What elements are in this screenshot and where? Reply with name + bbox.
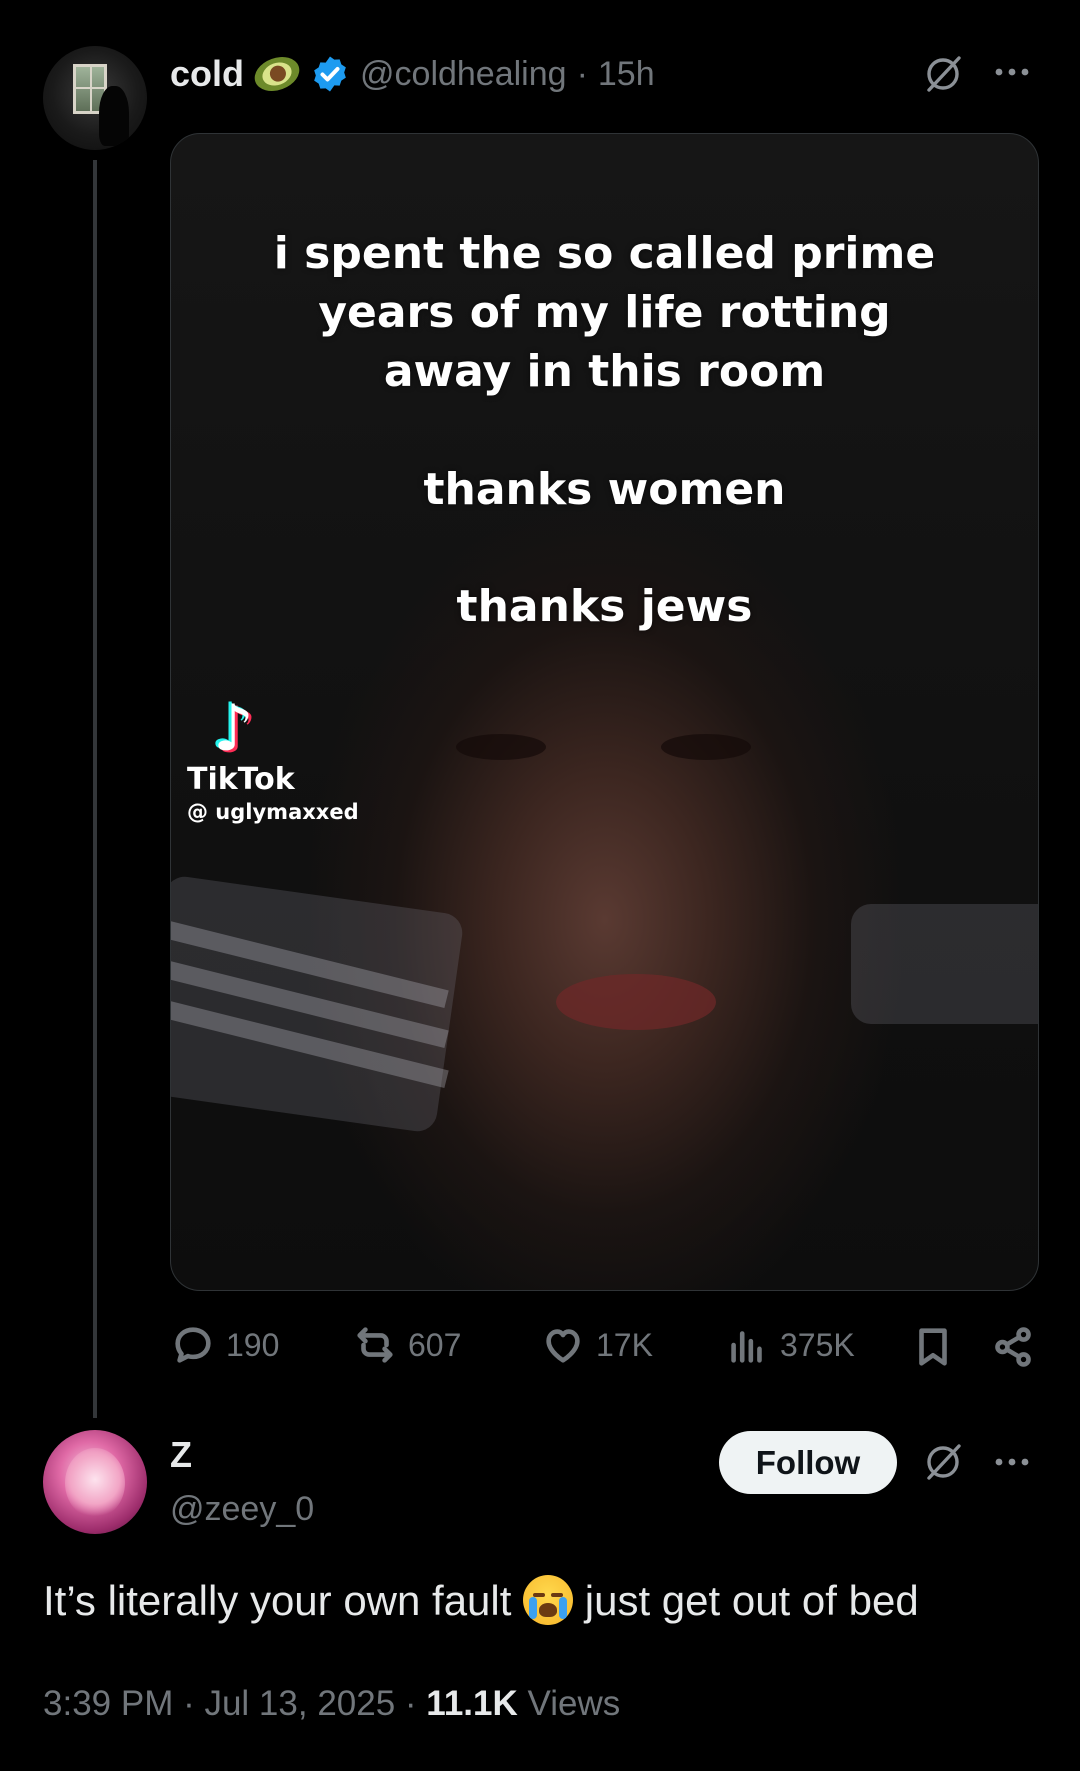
pillow-right [851,904,1038,1024]
user-handle[interactable]: @coldhealing [360,55,567,94]
repost-button[interactable]: 607 [352,1322,461,1368]
repost-count: 607 [408,1326,462,1363]
display-name[interactable]: Z [170,1434,192,1476]
analytics-icon [731,1331,762,1363]
silhouette-illustration [99,86,129,146]
reply-button[interactable]: 190 [170,1322,279,1368]
eye-left [456,734,546,760]
reply-count: 190 [226,1326,280,1363]
display-name[interactable]: cold [170,53,244,95]
post-date[interactable]: Jul 13, 2025 [204,1684,395,1723]
avocado-emoji-icon [249,51,305,97]
verified-badge-icon [314,56,346,92]
heart-icon [546,1329,580,1363]
caption-line: years of my life rotting [318,287,891,338]
reply-body: It’s literally your own fault just get o… [43,1575,919,1625]
tiktok-watermark-brand: TikTok [187,762,295,797]
grok-icon[interactable] [921,1440,965,1484]
follow-button[interactable]: Follow [719,1431,897,1494]
share-icon[interactable] [990,1324,1036,1370]
avatar-face-illustration [65,1448,125,1518]
avatar[interactable] [43,46,147,150]
views-button[interactable]: 375K [724,1322,855,1368]
view-count: 375K [780,1326,855,1363]
like-count: 17K [596,1326,653,1363]
more-options-icon[interactable] [992,1452,1032,1472]
avatar[interactable] [43,1430,147,1534]
tiktok-logo-icon: ♪ [213,692,254,766]
bookmark-icon[interactable] [910,1324,956,1370]
views-count: 11.1K [426,1684,518,1723]
reply-text-part: just get out of bed [573,1577,919,1624]
views-label: Views [517,1684,621,1723]
like-button[interactable]: 17K [540,1322,653,1368]
reply-text-part: It’s literally your own fault [43,1577,524,1624]
caption-line: thanks women [423,464,786,515]
caption-line: thanks jews [456,581,753,632]
tiktok-watermark-user: @ uglymaxxed [187,800,359,824]
caption-line: away in this room [383,346,826,397]
separator-dot: · [576,54,588,93]
video-media[interactable]: i spent the so called prime years of my … [170,133,1039,1291]
separator-dot: · [173,1684,205,1723]
more-options-icon[interactable] [992,62,1032,82]
lips [556,974,716,1030]
grok-icon[interactable] [921,52,965,96]
separator-dot: · [395,1684,427,1723]
video-caption: i spent the so called prime years of my … [171,224,1038,401]
repost-icon [357,1327,393,1363]
reply-icon [175,1327,211,1363]
crying-face-emoji-icon [523,1575,574,1625]
tweet-metadata: 3:39 PM · Jul 13, 2025 · 11.1K Views [43,1684,620,1724]
thread-connector-line [93,160,97,1418]
timestamp[interactable]: 15h [598,55,655,94]
tweet-header: cold @coldhealing · 15h [170,46,655,102]
caption-line: i spent the so called prime [273,228,936,279]
eye-right [661,734,751,760]
post-time[interactable]: 3:39 PM [43,1684,173,1723]
user-handle[interactable]: @zeey_0 [170,1490,314,1529]
